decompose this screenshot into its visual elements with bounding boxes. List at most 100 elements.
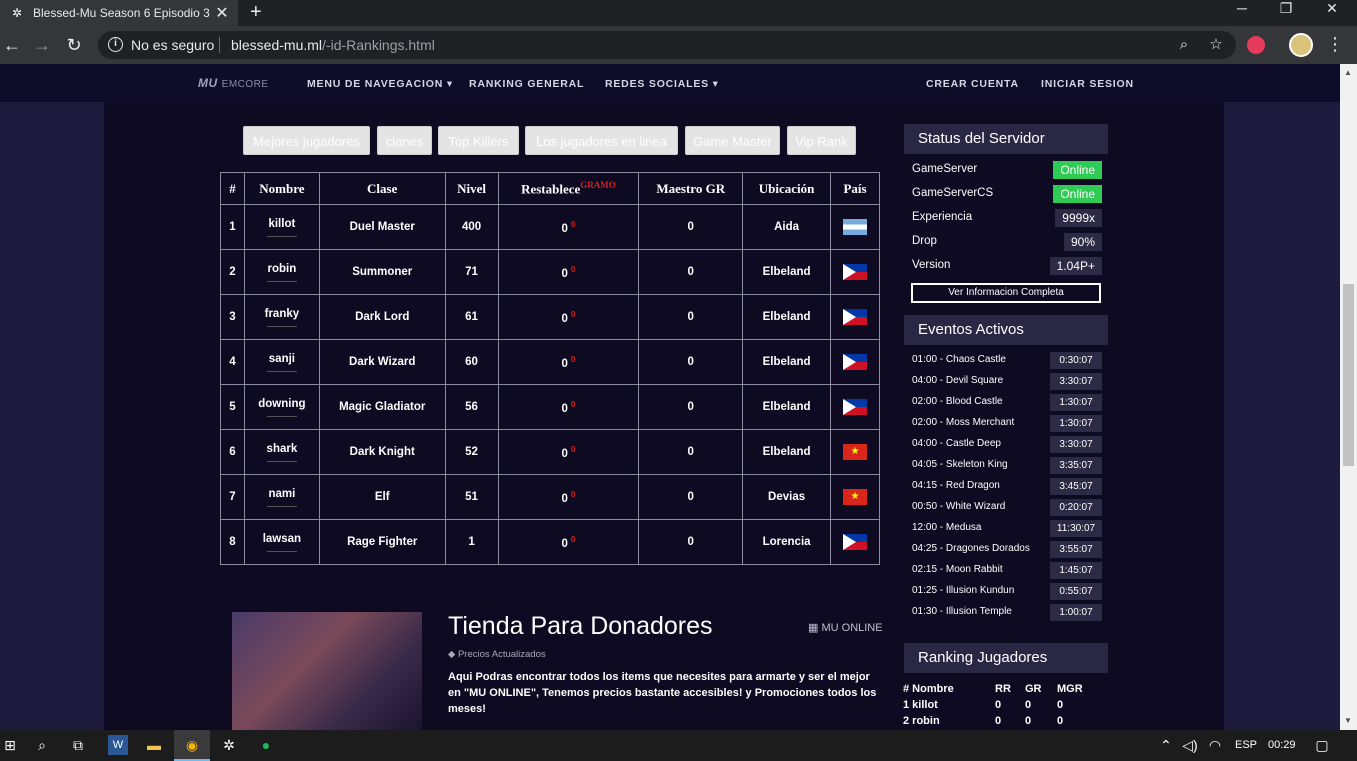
notifications-icon[interactable]: ▢ bbox=[1312, 735, 1332, 755]
table-row[interactable]: 3 franky Dark Lord 61 0 0 0 Elbeland bbox=[220, 294, 880, 340]
country-cell bbox=[830, 294, 880, 340]
name-divider bbox=[266, 280, 297, 282]
windows-start-icon[interactable]: ⊞ bbox=[0, 735, 20, 755]
scroll-thumb[interactable] bbox=[1343, 284, 1354, 466]
btn-vip-rank[interactable]: Vip Rank bbox=[787, 126, 856, 155]
table-row[interactable]: 8 lawsan Rage Fighter 1 0 0 0 Lorencia bbox=[220, 519, 880, 565]
url-text[interactable]: blessed-mu.ml/-id-Rankings.html bbox=[231, 37, 435, 53]
language-indicator[interactable]: ESP bbox=[1235, 739, 1257, 751]
search-icon[interactable]: ⌕ bbox=[32, 735, 52, 755]
site-logo[interactable]: MU EMCORE bbox=[198, 76, 269, 90]
nav-social-link[interactable]: REDES SOCIALES ▾ bbox=[605, 78, 719, 90]
status-value: 9999x bbox=[1055, 209, 1102, 227]
btn-top-players[interactable]: Mejores jugadores bbox=[243, 126, 370, 155]
browser-tab[interactable]: ✲ Blessed-Mu Season 6 Episodio 3 ✕ bbox=[0, 0, 238, 26]
clock[interactable]: 00:29 bbox=[1268, 739, 1296, 751]
reset-cell: 00 bbox=[497, 294, 640, 340]
shop-tag[interactable]: ◆ Precios Actualizados bbox=[448, 649, 546, 660]
create-account-link[interactable]: CREAR CUENTA bbox=[926, 78, 1019, 90]
player-name[interactable]: killot bbox=[245, 218, 319, 230]
site-favicon-icon: ✲ bbox=[11, 6, 23, 20]
btn-top-killers[interactable]: Top Killers bbox=[438, 126, 519, 155]
nav-menu-link[interactable]: MENU DE NAVEGACION ▾ bbox=[307, 78, 453, 90]
page-scrollbar[interactable]: ▲ ▼ bbox=[1340, 64, 1357, 730]
master-gr-cell: 0 bbox=[638, 384, 744, 430]
new-tab-button[interactable]: + bbox=[250, 1, 262, 24]
dragon-image[interactable] bbox=[232, 612, 422, 730]
btn-clans[interactable]: clanes bbox=[377, 126, 432, 155]
maximize-icon[interactable]: ❐ bbox=[1268, 0, 1304, 22]
zoom-icon[interactable]: ⌕ bbox=[1174, 35, 1194, 55]
name-cell[interactable]: shark bbox=[243, 429, 320, 475]
name-cell[interactable]: killot bbox=[243, 204, 320, 250]
word-icon[interactable]: W bbox=[108, 735, 128, 755]
player-name[interactable]: nami bbox=[245, 488, 319, 500]
player-name[interactable]: robin bbox=[245, 263, 319, 275]
name-cell[interactable]: lawsan bbox=[243, 519, 320, 565]
spotify-icon[interactable]: ● bbox=[256, 735, 276, 755]
bookmark-star-icon[interactable]: ☆ bbox=[1206, 35, 1226, 55]
wifi-icon[interactable]: ◠ bbox=[1205, 735, 1225, 755]
profile-avatar[interactable] bbox=[1289, 33, 1313, 57]
master-gr-cell: 0 bbox=[638, 474, 744, 520]
reset-value: 0 bbox=[561, 447, 568, 460]
location-cell: Elbeland bbox=[742, 384, 832, 430]
table-row[interactable]: 5 downing Magic Gladiator 56 0 0 0 Elbeland bbox=[220, 384, 880, 430]
player-name[interactable]: sanji bbox=[245, 353, 319, 365]
table-row[interactable]: 1 killot Duel Master 400 0 0 0 Aida bbox=[220, 204, 880, 250]
tab-close-icon[interactable]: ✕ bbox=[214, 3, 230, 23]
name-cell[interactable]: nami bbox=[243, 474, 320, 520]
player-name[interactable]: franky bbox=[245, 308, 319, 320]
ranking-players-row[interactable]: 2 robin 0 0 0 bbox=[903, 715, 1123, 730]
location-cell: Elbeland bbox=[742, 294, 832, 340]
app-icon[interactable]: ✲ bbox=[219, 735, 239, 755]
task-view-icon[interactable]: ⧉ bbox=[68, 735, 88, 755]
scroll-down-icon[interactable]: ▼ bbox=[1344, 716, 1352, 725]
level-cell: 51 bbox=[444, 474, 499, 520]
col-header-name: Nombre bbox=[243, 172, 320, 205]
nav-ranking-link[interactable]: RANKING GENERAL bbox=[469, 78, 584, 90]
class-cell: Rage Fighter bbox=[318, 519, 446, 565]
name-cell[interactable]: sanji bbox=[243, 339, 320, 385]
file-explorer-icon[interactable]: ▬ bbox=[144, 735, 164, 755]
table-row[interactable]: 6 shark Dark Knight 52 0 0 0 Elbeland ★ bbox=[220, 429, 880, 475]
btn-game-master[interactable]: Game Master bbox=[685, 126, 780, 155]
close-window-icon[interactable]: ✕ bbox=[1314, 0, 1350, 22]
name-cell[interactable]: robin bbox=[243, 249, 320, 295]
btn-online-players[interactable]: Los jugadores en linea bbox=[525, 126, 678, 155]
reset-super: 0 bbox=[570, 534, 576, 544]
shop-title[interactable]: Tienda Para Donadores bbox=[448, 612, 713, 641]
col-header-location: Ubicación bbox=[742, 172, 832, 205]
country-cell bbox=[830, 204, 880, 250]
table-row[interactable]: 2 robin Summoner 71 0 0 0 Elbeland bbox=[220, 249, 880, 295]
player-name[interactable]: downing bbox=[245, 398, 319, 410]
info-icon[interactable]: i bbox=[108, 37, 123, 52]
forward-icon[interactable]: → bbox=[31, 34, 53, 56]
class-cell: Dark Knight bbox=[318, 429, 446, 475]
col-header-level: Nivel bbox=[444, 172, 499, 205]
player-name[interactable]: lawsan bbox=[245, 533, 319, 545]
tray-chevron-icon[interactable]: ⌃ bbox=[1156, 735, 1176, 755]
event-countdown: 1:45:07 bbox=[1050, 562, 1102, 579]
view-full-info-button[interactable]: Ver Informacion Completa bbox=[911, 283, 1101, 303]
reload-icon[interactable]: ↻ bbox=[63, 34, 85, 56]
player-name[interactable]: shark bbox=[245, 443, 319, 455]
volume-icon[interactable]: ◁) bbox=[1180, 735, 1200, 755]
address-bar[interactable]: i No es seguro blessed-mu.ml/-id-Ranking… bbox=[98, 31, 1236, 59]
event-row: 04:00 - Castle Deep 3:30:07 bbox=[912, 436, 1102, 453]
name-cell[interactable]: downing bbox=[243, 384, 320, 430]
name-divider bbox=[266, 415, 297, 417]
extension-icon[interactable] bbox=[1247, 36, 1265, 54]
minimize-icon[interactable]: ─ bbox=[1224, 0, 1260, 22]
ranking-players-row[interactable]: 1 killot 0 0 0 bbox=[903, 699, 1123, 714]
browser-menu-icon[interactable]: ⋮ bbox=[1326, 34, 1344, 55]
shop-description: Aqui Podras encontrar todos los items qu… bbox=[448, 671, 877, 715]
table-row[interactable]: 7 nami Elf 51 0 0 0 Devias ★ bbox=[220, 474, 880, 520]
scroll-up-icon[interactable]: ▲ bbox=[1344, 68, 1352, 77]
table-row[interactable]: 4 sanji Dark Wizard 60 0 0 0 Elbeland bbox=[220, 339, 880, 385]
login-link[interactable]: INICIAR SESION bbox=[1041, 78, 1134, 90]
shop-category[interactable]: ▦ MU ONLINE bbox=[808, 621, 883, 634]
name-cell[interactable]: franky bbox=[243, 294, 320, 340]
back-icon[interactable]: ← bbox=[1, 34, 23, 56]
chrome-icon[interactable]: ◉ bbox=[182, 735, 202, 755]
